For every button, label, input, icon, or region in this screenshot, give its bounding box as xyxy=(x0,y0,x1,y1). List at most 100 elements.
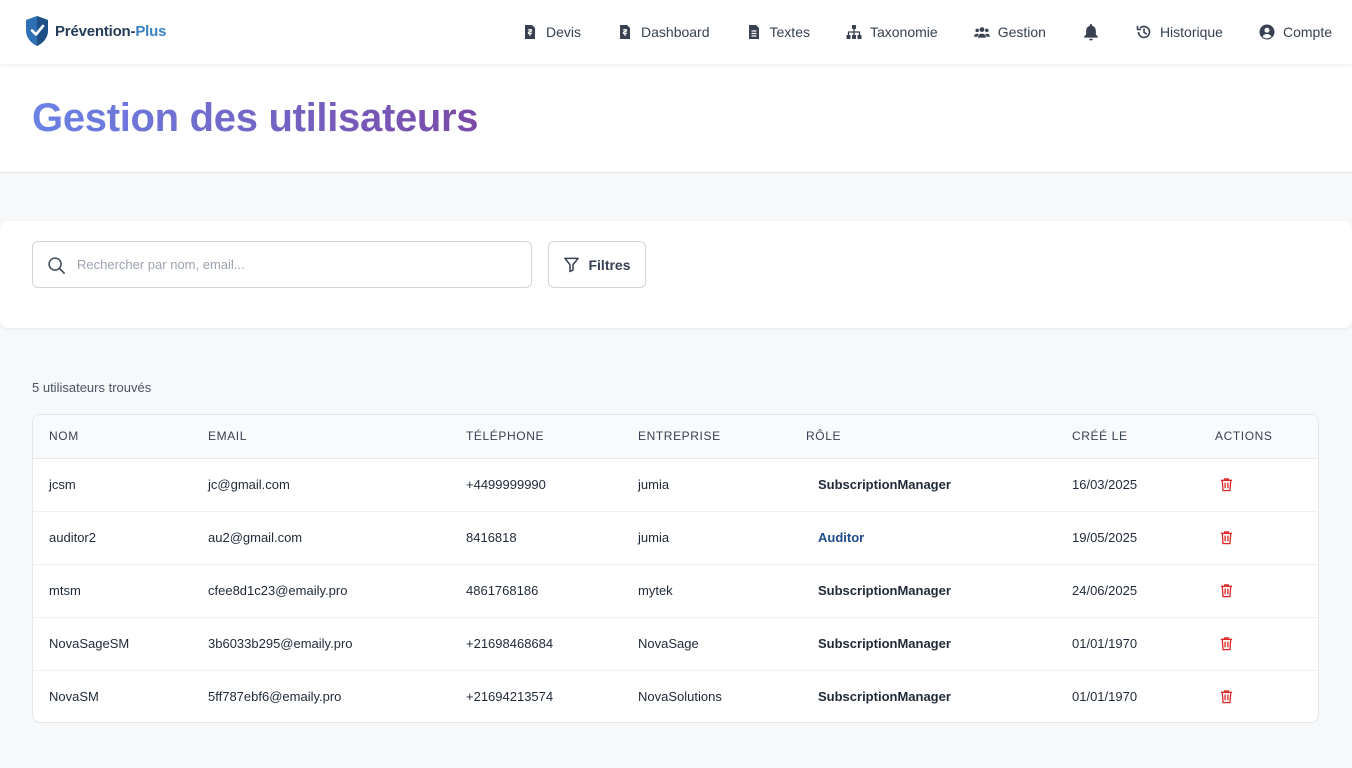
trash-icon xyxy=(1220,531,1232,545)
delete-button[interactable] xyxy=(1213,631,1239,657)
delete-button[interactable] xyxy=(1213,525,1239,551)
cell-name: jcsm xyxy=(49,477,76,492)
users-table: NOM EMAIL TÉLÉPHONE ENTREPRISE RÔLE CRÉÉ… xyxy=(32,414,1319,723)
cell-role: SubscriptionManager xyxy=(790,564,1056,617)
cell-name: auditor2 xyxy=(49,530,96,545)
cell-name: NovaSM xyxy=(49,689,99,705)
cell-email: au2@gmail.com xyxy=(208,530,303,545)
shield-check-icon xyxy=(26,16,48,46)
delete-button[interactable] xyxy=(1213,578,1239,604)
cell-company: mytek xyxy=(638,583,673,598)
top-navbar: Prévention-Plus Devis Dashboard Textes T… xyxy=(0,0,1352,64)
history-icon xyxy=(1136,25,1151,39)
bell-icon xyxy=(1084,24,1098,41)
role-label: SubscriptionManager xyxy=(818,583,951,598)
trash-icon xyxy=(1220,478,1232,492)
role-label: SubscriptionManager xyxy=(818,477,951,492)
cell-created: 19/05/2025 xyxy=(1072,530,1138,545)
delete-button[interactable] xyxy=(1213,684,1239,710)
cell-email: 5ff787ebf6@emaily.pro xyxy=(208,689,342,705)
notifications-button[interactable] xyxy=(1082,23,1100,41)
nav-item-compte[interactable]: Compte xyxy=(1259,24,1332,40)
search-input[interactable] xyxy=(77,242,517,287)
results-count: 5 utilisateurs trouvés xyxy=(32,380,152,395)
brand-name: Prévention-Plus xyxy=(55,22,167,40)
cell-actions xyxy=(1199,670,1318,722)
column-header-actions: ACTIONS xyxy=(1199,415,1318,459)
search-icon xyxy=(48,257,65,274)
nav-item-textes[interactable]: Textes xyxy=(746,24,810,40)
search-panel: Filtres xyxy=(0,221,1352,328)
filters-button-label: Filtres xyxy=(588,256,631,273)
nav-item-gestion[interactable]: Gestion xyxy=(973,24,1046,40)
nav-menu: Devis Dashboard Textes Taxonomie Gestion… xyxy=(522,0,1332,64)
search-box[interactable] xyxy=(32,241,532,288)
nav-item-label: Textes xyxy=(769,24,810,40)
column-header-email[interactable]: EMAIL xyxy=(192,415,450,459)
cell-actions xyxy=(1199,511,1318,564)
table-row[interactable]: mtsm cfee8d1c23@emaily.pro 4861768186 my… xyxy=(33,564,1318,617)
table-row[interactable]: NovaSageSM 3b6033b295@emaily.pro +216984… xyxy=(33,617,1318,670)
cell-phone: 8416818 xyxy=(466,530,517,545)
column-header-role[interactable]: RÔLE xyxy=(790,415,1056,459)
cell-role: SubscriptionManager xyxy=(790,670,1056,722)
cell-company: jumia xyxy=(638,477,670,492)
cell-company: jumia xyxy=(638,530,670,545)
file-dollar-icon xyxy=(525,25,535,39)
nav-item-devis[interactable]: Devis xyxy=(522,24,581,40)
file-text-icon xyxy=(748,25,759,39)
users-icon xyxy=(973,27,990,38)
cell-company: NovaSage xyxy=(638,636,699,651)
filters-button[interactable]: Filtres xyxy=(548,241,646,288)
cell-actions xyxy=(1199,617,1318,670)
brand-logo[interactable]: Prévention-Plus xyxy=(24,14,166,48)
cell-role: Auditor xyxy=(790,511,1056,564)
file-dollar-icon xyxy=(620,25,631,39)
delete-button[interactable] xyxy=(1213,472,1239,498)
nav-item-dashboard[interactable]: Dashboard xyxy=(617,24,710,40)
cell-actions xyxy=(1199,564,1318,617)
cell-email: 3b6033b295@emaily.pro xyxy=(208,636,353,651)
table-row[interactable]: jcsm jc@gmail.com +4499999990 jumia Subs… xyxy=(33,458,1318,511)
trash-icon xyxy=(1220,690,1232,704)
cell-created: 16/03/2025 xyxy=(1072,477,1138,492)
filter-icon xyxy=(564,257,580,273)
column-header-name[interactable]: NOM xyxy=(33,415,192,459)
role-label: Auditor xyxy=(818,530,865,545)
cell-name: NovaSageSM xyxy=(49,636,130,651)
trash-icon xyxy=(1220,637,1232,651)
cell-phone: 4861768186 xyxy=(466,583,539,598)
cell-created: 24/06/2025 xyxy=(1072,583,1138,598)
cell-name: mtsm xyxy=(49,583,81,598)
cell-role: SubscriptionManager xyxy=(790,458,1056,511)
cell-email: cfee8d1c23@emaily.pro xyxy=(208,583,348,598)
cell-email: jc@gmail.com xyxy=(208,477,290,492)
cell-actions xyxy=(1199,458,1318,511)
cell-company: NovaSolutions xyxy=(638,689,722,705)
table-row[interactable]: auditor2 au2@gmail.com 8416818 jumia Aud… xyxy=(33,511,1318,564)
column-header-created[interactable]: CRÉÉ LE xyxy=(1056,415,1199,459)
cell-phone: +21694213574 xyxy=(466,689,554,705)
cell-phone: +21698468684 xyxy=(466,636,554,651)
cell-created: 01/01/1970 xyxy=(1072,636,1138,651)
table-header-row: NOM EMAIL TÉLÉPHONE ENTREPRISE RÔLE CRÉÉ… xyxy=(33,415,1318,459)
cell-created: 01/01/1970 xyxy=(1072,689,1138,705)
nav-item-label: Taxonomie xyxy=(869,24,938,40)
nav-item-label: Devis xyxy=(546,24,582,40)
column-header-company[interactable]: ENTREPRISE xyxy=(622,415,790,459)
page-title: Gestion des utilisateurs xyxy=(32,96,479,140)
trash-icon xyxy=(1220,584,1232,598)
column-header-phone[interactable]: TÉLÉPHONE xyxy=(450,415,622,459)
cell-role: SubscriptionManager xyxy=(790,617,1056,670)
role-label: SubscriptionManager xyxy=(818,636,951,651)
nav-item-label: Compte xyxy=(1282,24,1332,40)
nav-item-label: Gestion xyxy=(997,24,1046,40)
page-header: Gestion des utilisateurs xyxy=(0,64,1352,173)
cell-phone: +4499999990 xyxy=(466,477,546,492)
sitemap-icon xyxy=(846,25,862,39)
user-circle-icon xyxy=(1259,24,1275,40)
table-row[interactable]: NovaSM 5ff787ebf6@emaily.pro +2169421357… xyxy=(33,670,1318,722)
role-label: SubscriptionManager xyxy=(818,689,951,705)
nav-item-historique[interactable]: Historique xyxy=(1136,24,1223,40)
nav-item-taxonomie[interactable]: Taxonomie xyxy=(846,24,938,40)
